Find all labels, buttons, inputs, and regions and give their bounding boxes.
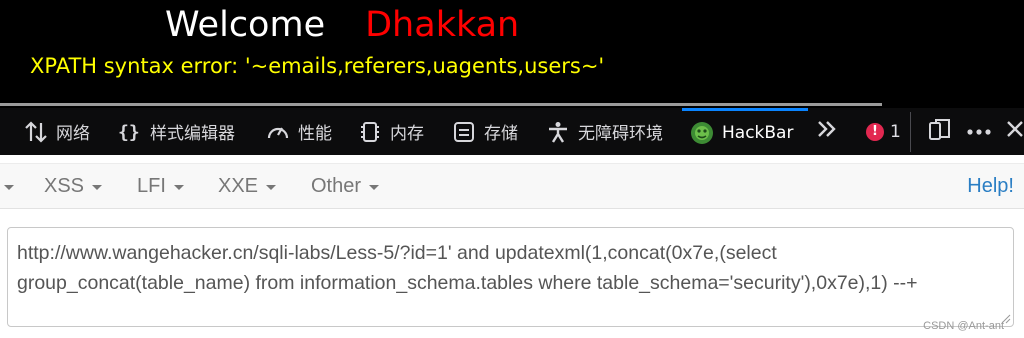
devtools-menu-button[interactable] [966, 108, 992, 155]
error-count-value: 1 [890, 121, 901, 142]
close-devtools-button[interactable] [1006, 108, 1024, 155]
chevron-double-right-icon [816, 119, 838, 144]
caret-down-icon [266, 184, 277, 190]
welcome-text: Welcome [165, 5, 326, 45]
tab-label: 网络 [56, 124, 90, 144]
tab-network[interactable]: 网络 [24, 108, 90, 155]
watermark: CSDN @Ant-ant [923, 320, 1004, 332]
close-icon [1006, 120, 1024, 143]
performance-icon [266, 121, 290, 143]
more-options-icon [966, 122, 992, 142]
tab-label: 样式编辑器 [150, 124, 235, 144]
tab-storage[interactable]: 存储 [452, 108, 518, 155]
tab-performance[interactable]: 性能 [266, 108, 332, 155]
tab-label: 内存 [390, 124, 424, 144]
tab-accessibility[interactable]: 无障碍环境 [546, 108, 663, 155]
svg-text:{}: {} [118, 122, 140, 143]
responsive-design-button[interactable] [928, 108, 952, 155]
tab-label: 性能 [298, 124, 332, 144]
caret-down-icon [173, 184, 184, 190]
more-tabs-button[interactable] [816, 108, 838, 155]
tab-label: HackBar [722, 123, 794, 143]
tab-style-editor[interactable]: {} 样式编辑器 [118, 108, 235, 155]
style-editor-icon: {} [118, 121, 142, 143]
caret-down-icon [4, 184, 14, 190]
accessibility-icon [546, 121, 570, 143]
hackbar-menu-bar: XSS LFI XXE Other Help! [0, 163, 1024, 209]
menu-label: XXE [218, 174, 259, 197]
menu-dropdown-partial[interactable] [0, 164, 14, 208]
menu-other[interactable]: Other [311, 164, 380, 208]
menu-xss[interactable]: XSS [44, 164, 103, 208]
console-error-count[interactable]: ! 1 [866, 108, 901, 155]
caret-down-icon [369, 184, 380, 190]
xpath-error-message: XPATH syntax error: '~emails,referers,ua… [30, 54, 605, 78]
responsive-design-icon [928, 117, 952, 146]
menu-xxe[interactable]: XXE [218, 164, 277, 208]
network-icon [24, 120, 48, 143]
devtools-toolbar: 网络 {} 样式编辑器 性能 内存 存储 无障碍环境 HackBar ! 1 [0, 108, 1024, 155]
menu-label: Other [311, 174, 362, 197]
menu-label: XSS [44, 174, 85, 197]
tab-memory[interactable]: 内存 [358, 108, 424, 155]
caret-down-icon [92, 184, 103, 190]
hackbar-icon [690, 121, 714, 145]
help-link[interactable]: Help! [967, 164, 1014, 208]
tab-hackbar[interactable]: HackBar [682, 108, 808, 155]
url-value: http://www.wangehacker.cn/sqli-labs/Less… [17, 242, 918, 294]
error-icon: ! [866, 122, 884, 141]
page-content: Welcome Dhakkan XPATH syntax error: '~ema… [0, 0, 1024, 108]
tab-overflow-left[interactable] [0, 108, 12, 155]
toolbar-divider [910, 112, 911, 152]
user-name: Dhakkan [365, 5, 520, 45]
tab-label: 存储 [484, 124, 518, 144]
url-textarea[interactable]: http://www.wangehacker.cn/sqli-labs/Less… [7, 227, 1014, 327]
tab-fragment-icon [0, 122, 4, 142]
storage-icon [452, 121, 476, 143]
menu-label: LFI [137, 174, 166, 197]
hackbar-panel: XSS LFI XXE Other Help! http://www.wange… [0, 155, 1024, 338]
tab-label: 无障碍环境 [578, 124, 663, 144]
horizontal-scrollbar[interactable] [0, 103, 882, 106]
menu-lfi[interactable]: LFI [137, 164, 184, 208]
memory-icon [358, 121, 382, 143]
welcome-heading: Welcome Dhakkan [165, 2, 519, 48]
